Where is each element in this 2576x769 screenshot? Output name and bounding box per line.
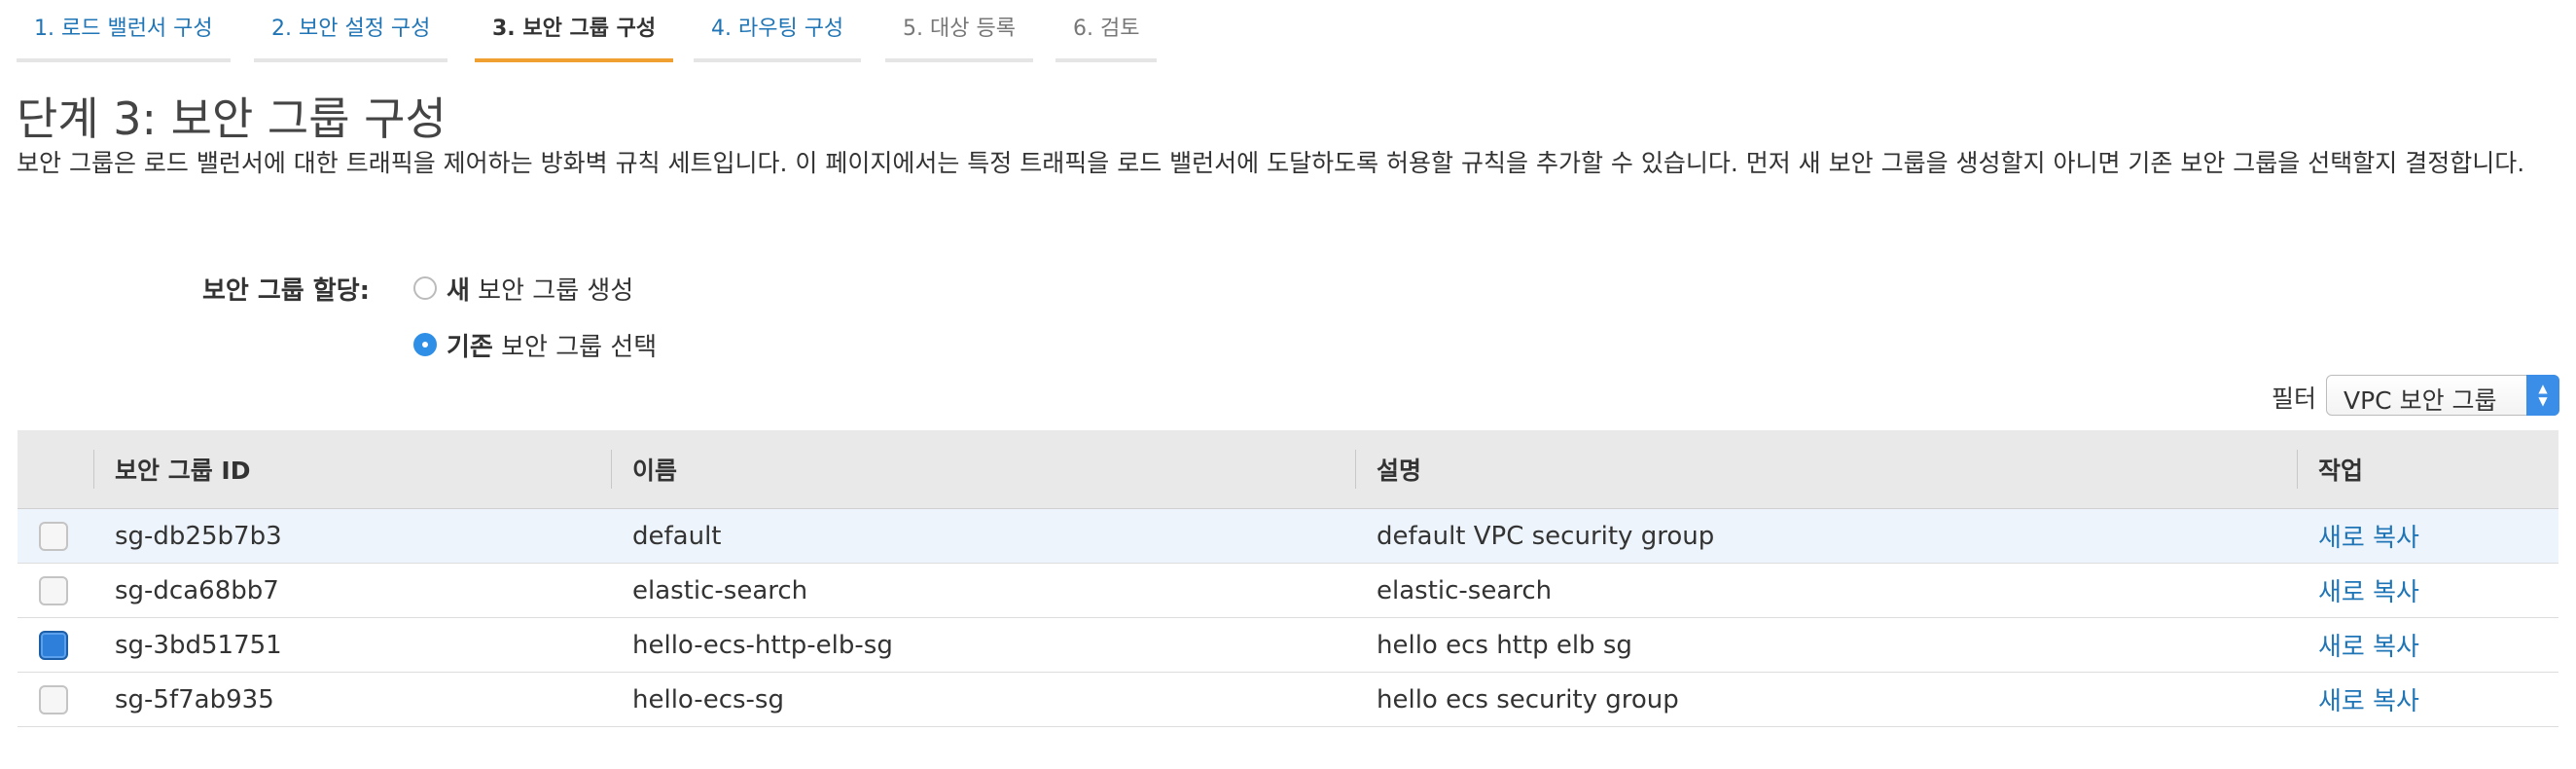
filter-label: 필터 bbox=[2272, 384, 2317, 413]
cell-description: hello ecs http elb sg bbox=[1355, 617, 2297, 673]
table-row[interactable]: sg-3bd51751 hello-ecs-http-elb-sg hello … bbox=[18, 617, 2558, 673]
cell-description: hello ecs security group bbox=[1355, 672, 2297, 727]
radio-button-unchecked[interactable] bbox=[413, 276, 437, 300]
table-header-row: 보안 그룹 ID 이름 설명 작업 bbox=[18, 430, 2558, 509]
radio-option-text: 보안 그룹 선택 bbox=[492, 332, 658, 362]
header-security-group-id[interactable]: 보안 그룹 ID bbox=[93, 430, 611, 509]
row-checkbox[interactable] bbox=[39, 521, 68, 551]
table-row[interactable]: sg-db25b7b3 default default VPC security… bbox=[18, 508, 2558, 564]
cell-name: elastic-search bbox=[611, 563, 1355, 618]
filter-select-value: VPC 보안 그룹 bbox=[2343, 386, 2497, 415]
security-groups-table: 보안 그룹 ID 이름 설명 작업 sg-db25b7b3 default de… bbox=[18, 430, 2558, 727]
tab-configure-routing[interactable]: 4. 라우팅 구성 bbox=[694, 0, 862, 62]
cell-security-group-id: sg-db25b7b3 bbox=[93, 508, 611, 564]
cell-name: default bbox=[611, 508, 1355, 564]
cell-name: hello-ecs-http-elb-sg bbox=[611, 617, 1355, 673]
row-checkbox[interactable] bbox=[39, 575, 68, 605]
tab-configure-load-balancer[interactable]: 1. 로드 밸런서 구성 bbox=[17, 0, 231, 62]
copy-to-new-link[interactable]: 새로 복사 bbox=[2318, 524, 2419, 553]
radio-create-new-security-group[interactable]: 새 보안 그룹 생성 bbox=[413, 272, 634, 306]
tab-configure-security-groups[interactable]: 3. 보안 그룹 구성 bbox=[475, 0, 674, 62]
cell-actions: 새로 복사 bbox=[2297, 617, 2558, 673]
cell-actions: 새로 복사 bbox=[2297, 563, 2558, 618]
page-description: 보안 그룹은 로드 밸런서에 대한 트래픽을 제어하는 방화벽 규칙 세트입니다… bbox=[17, 149, 2525, 177]
select-arrows-icon: ▲ ▼ bbox=[2526, 375, 2559, 416]
table-row[interactable]: sg-dca68bb7 elastic-search elastic-searc… bbox=[18, 563, 2558, 618]
cell-actions: 새로 복사 bbox=[2297, 508, 2558, 564]
header-name[interactable]: 이름 bbox=[611, 430, 1355, 509]
header-description[interactable]: 설명 bbox=[1355, 430, 2297, 509]
copy-to-new-link[interactable]: 새로 복사 bbox=[2318, 633, 2419, 662]
cell-description: elastic-search bbox=[1355, 563, 2297, 618]
radio-button-checked[interactable] bbox=[413, 333, 437, 356]
cell-description: default VPC security group bbox=[1355, 508, 2297, 564]
cell-name: hello-ecs-sg bbox=[611, 672, 1355, 727]
radio-option-bold-text: 기존 bbox=[447, 332, 493, 362]
header-actions: 작업 bbox=[2297, 430, 2558, 509]
radio-option-text: 보안 그룹 생성 bbox=[469, 275, 634, 306]
radio-select-existing-security-group[interactable]: 기존 보안 그룹 선택 bbox=[413, 328, 658, 362]
cell-security-group-id: sg-5f7ab935 bbox=[93, 672, 611, 727]
copy-to-new-link[interactable]: 새로 복사 bbox=[2318, 687, 2419, 716]
filter-select[interactable]: VPC 보안 그룹 ▲ ▼ bbox=[2326, 375, 2559, 416]
row-checkbox-checked[interactable] bbox=[39, 630, 68, 660]
row-checkbox-cell bbox=[18, 508, 93, 564]
cell-security-group-id: sg-3bd51751 bbox=[93, 617, 611, 673]
page-title: 단계 3: 보안 그룹 구성 bbox=[17, 92, 447, 145]
row-checkbox[interactable] bbox=[39, 684, 68, 714]
assign-security-group-label: 보안 그룹 할당: bbox=[202, 276, 371, 306]
tab-register-targets[interactable]: 5. 대상 등록 bbox=[885, 0, 1033, 62]
row-checkbox-cell bbox=[18, 617, 93, 673]
row-checkbox-cell bbox=[18, 563, 93, 618]
tab-review[interactable]: 6. 검토 bbox=[1055, 0, 1158, 62]
row-checkbox-cell bbox=[18, 672, 93, 727]
tab-configure-security-settings[interactable]: 2. 보안 설정 구성 bbox=[254, 0, 448, 62]
cell-actions: 새로 복사 bbox=[2297, 672, 2558, 727]
cell-security-group-id: sg-dca68bb7 bbox=[93, 563, 611, 618]
header-checkbox-column bbox=[18, 430, 93, 509]
copy-to-new-link[interactable]: 새로 복사 bbox=[2318, 578, 2419, 607]
radio-option-bold-text: 새 bbox=[447, 275, 470, 306]
table-row[interactable]: sg-5f7ab935 hello-ecs-sg hello ecs secur… bbox=[18, 672, 2558, 727]
